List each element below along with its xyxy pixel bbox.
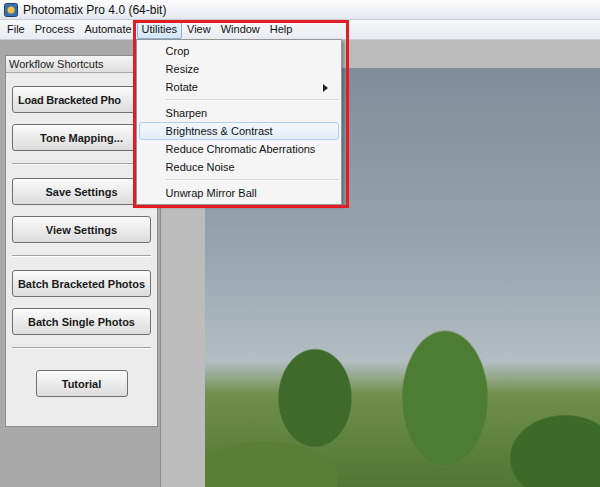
menu-bar: FileProcessAutomateUtilitiesCropResizeRo… [0,20,600,40]
panel-divider [12,255,151,257]
menu-item[interactable]: File [2,20,30,39]
dropdown-menu: CropResizeRotate SharpenBrightness & Cont… [136,39,342,205]
dropdown-item[interactable]: Brightness & Contrast [139,122,339,140]
menu-item[interactable]: UtilitiesCropResizeRotateSharpenBrightne… [137,20,182,39]
dropdown-item[interactable]: Reduce Chromatic Aberrations [139,140,339,158]
menu-item[interactable]: Help [265,20,298,39]
dropdown-item[interactable]: Sharpen [139,104,339,122]
dropdown-item[interactable]: Resize [139,60,339,78]
shortcut-button[interactable]: Load Bracketed Pho [12,86,151,113]
dropdown-item[interactable]: Reduce Noise [139,158,339,176]
app-icon [4,3,18,17]
shortcut-button[interactable]: View Settings [12,216,151,243]
panel-title: Workflow Shortcuts [6,56,157,73]
shortcut-button[interactable]: Tone Mapping... [12,124,151,151]
dropdown-item[interactable]: Rotate [139,78,339,96]
panel-divider [12,163,151,165]
menu-item[interactable]: View [182,20,216,39]
menu-item[interactable]: Automate [79,20,136,39]
shortcut-button[interactable]: Save Settings [12,178,151,205]
menu-separator [165,179,339,181]
menu-item[interactable]: Process [30,20,80,39]
menu-item[interactable]: Window [216,20,265,39]
dropdown-item[interactable]: Unwrap Mirror Ball [139,184,339,202]
window-title: Photomatix Pro 4.0 (64-bit) [23,3,166,17]
shortcut-button[interactable]: Batch Bracketed Photos [12,270,151,297]
shortcut-button[interactable]: Batch Single Photos [12,308,151,335]
panel-divider [12,347,151,349]
photomatix-window: Photomatix Pro 4.0 (64-bit) FileProcessAu… [0,0,600,487]
shortcut-button[interactable]: Tutorial [36,370,128,397]
menu-separator [165,99,339,101]
dropdown-item[interactable]: Crop [139,42,339,60]
title-bar: Photomatix Pro 4.0 (64-bit) [0,0,600,20]
submenu-arrow-icon [323,84,328,92]
